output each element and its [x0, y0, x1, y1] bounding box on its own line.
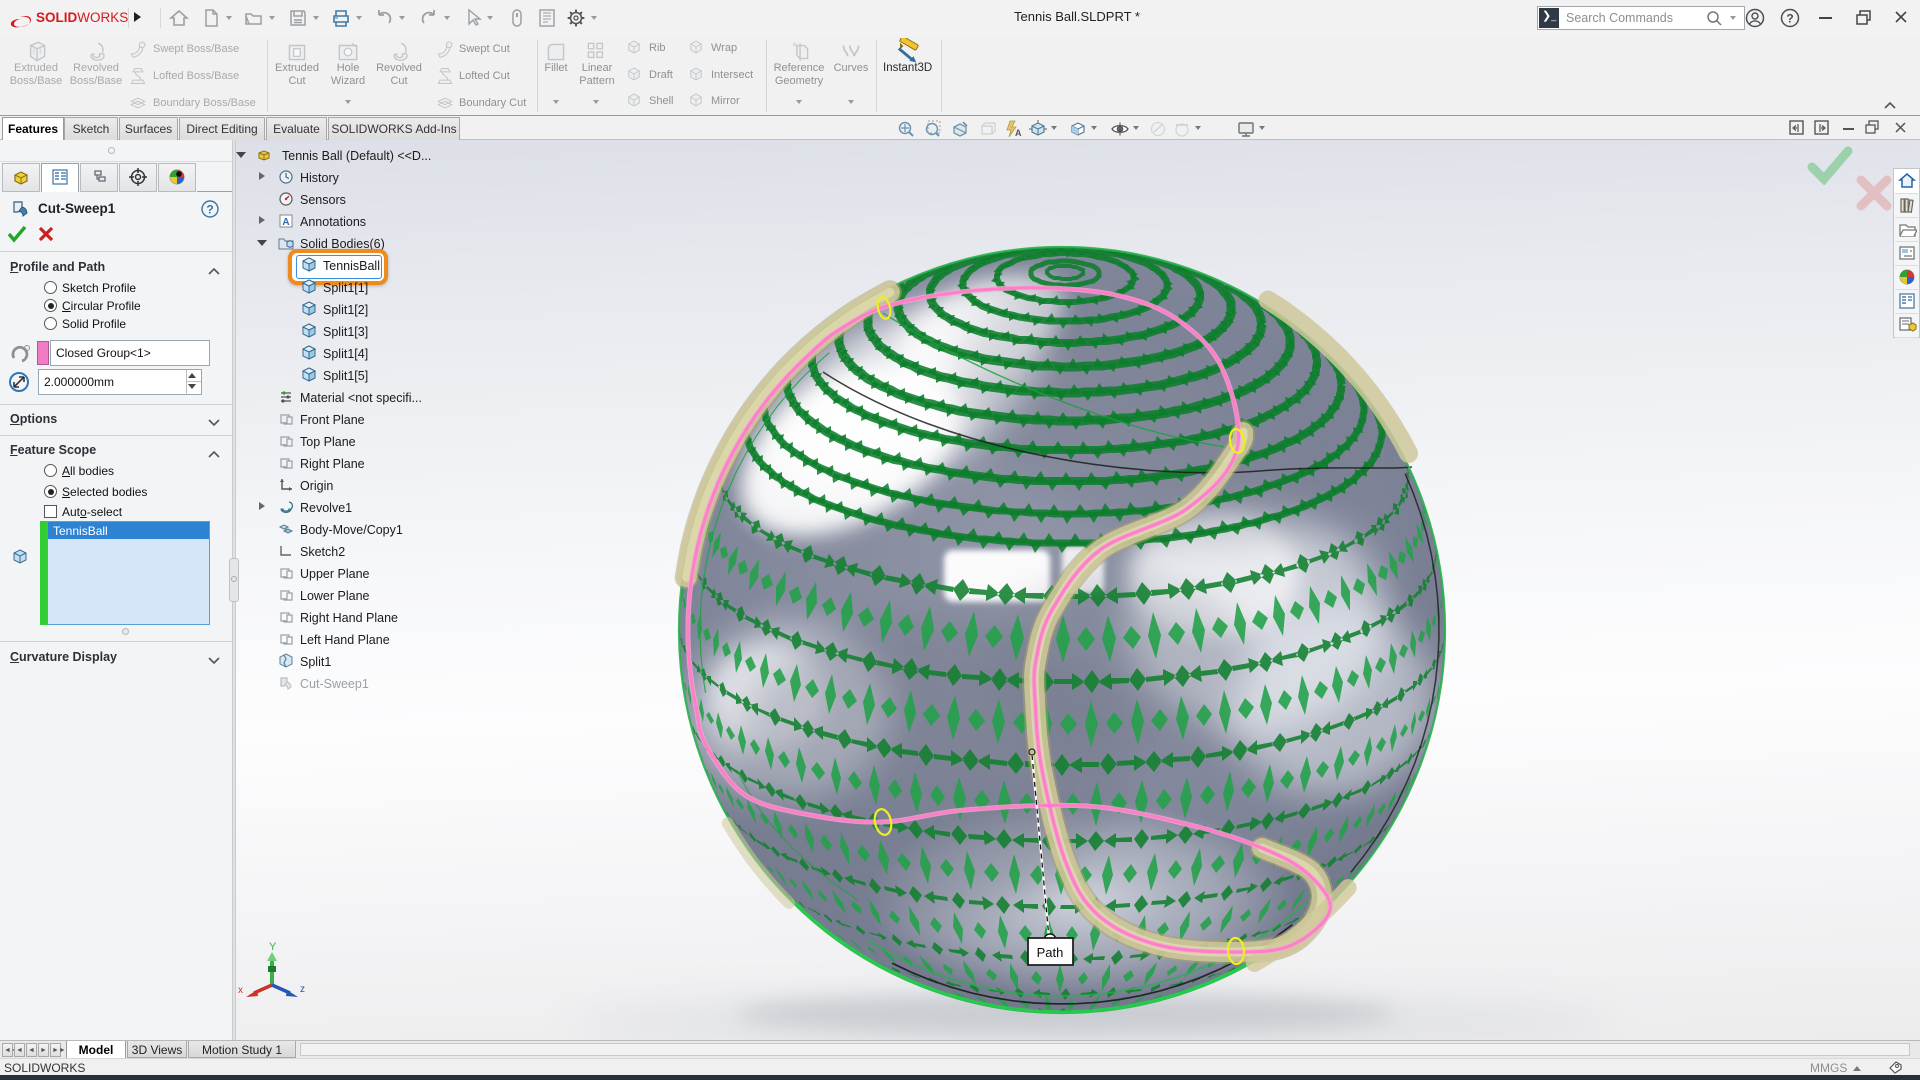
svg-text:Path: Path [1037, 945, 1064, 960]
svg-text:Y: Y [269, 941, 277, 953]
svg-text:A: A [282, 217, 289, 228]
svg-text:A: A [1015, 128, 1022, 138]
svg-text:?: ? [1786, 12, 1793, 26]
svg-text:?: ? [206, 203, 213, 217]
svg-text:z: z [300, 984, 305, 995]
svg-text:x: x [238, 985, 243, 996]
